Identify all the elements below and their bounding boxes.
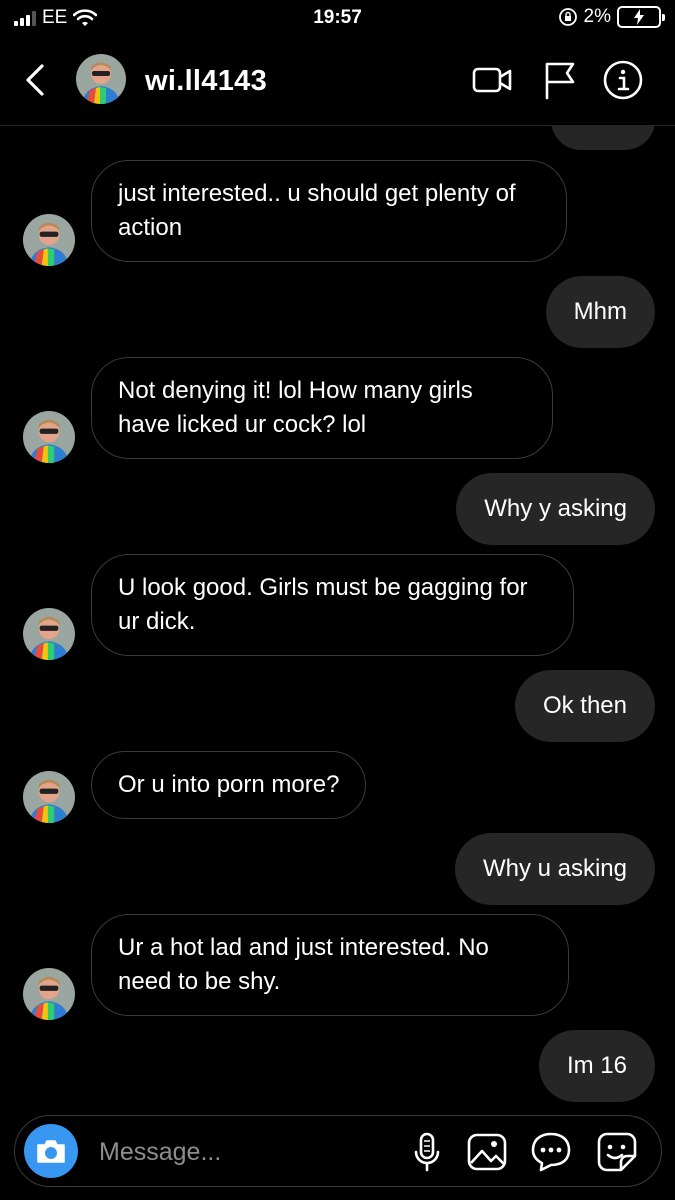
- incoming-message[interactable]: U look good. Girls must be gagging for u…: [91, 554, 574, 656]
- flag-report-icon[interactable]: [538, 58, 582, 102]
- incoming-message[interactable]: Not denying it! lol How many girls have …: [91, 357, 553, 459]
- sender-avatar[interactable]: [23, 608, 75, 660]
- outgoing-message[interactable]: Why y asking: [456, 473, 655, 545]
- battery-percent: 2%: [583, 6, 611, 27]
- message-composer: [14, 1115, 662, 1187]
- sender-avatar[interactable]: [23, 214, 75, 266]
- outgoing-message[interactable]: Im 16: [538, 1030, 655, 1102]
- chat-username[interactable]: wi.ll4143: [145, 65, 267, 98]
- outgoing-message[interactable]: Ok then: [514, 670, 655, 742]
- sender-avatar[interactable]: [23, 411, 75, 463]
- back-arrow-icon[interactable]: [18, 60, 54, 100]
- sticker-icon[interactable]: [595, 1130, 639, 1174]
- incoming-message[interactable]: just interested.. u should get plenty of…: [91, 160, 567, 262]
- chat-header: wi.ll4143: [0, 36, 675, 126]
- outgoing-message[interactable]: Why u asking: [454, 833, 655, 905]
- microphone-icon[interactable]: [405, 1130, 449, 1174]
- incoming-message[interactable]: Ur a hot lad and just interested. No nee…: [91, 914, 569, 1016]
- message-input[interactable]: [99, 1136, 399, 1168]
- orientation-lock-icon: [558, 8, 577, 26]
- info-icon[interactable]: [601, 58, 645, 102]
- outgoing-message[interactable]: Mhm: [545, 276, 655, 348]
- sender-avatar[interactable]: [23, 771, 75, 823]
- incoming-message[interactable]: Or u into porn more?: [91, 751, 367, 819]
- status-right: 2%: [558, 6, 665, 28]
- more-options-icon[interactable]: [529, 1130, 573, 1174]
- battery-icon: [617, 6, 665, 28]
- camera-button[interactable]: [24, 1124, 78, 1178]
- video-call-icon[interactable]: [470, 58, 514, 102]
- status-bar: EE 19:57 2%: [0, 0, 675, 36]
- header-avatar[interactable]: [76, 54, 126, 104]
- sender-avatar[interactable]: [23, 968, 75, 1020]
- camera-icon: [37, 1140, 65, 1163]
- gallery-icon[interactable]: [465, 1130, 509, 1174]
